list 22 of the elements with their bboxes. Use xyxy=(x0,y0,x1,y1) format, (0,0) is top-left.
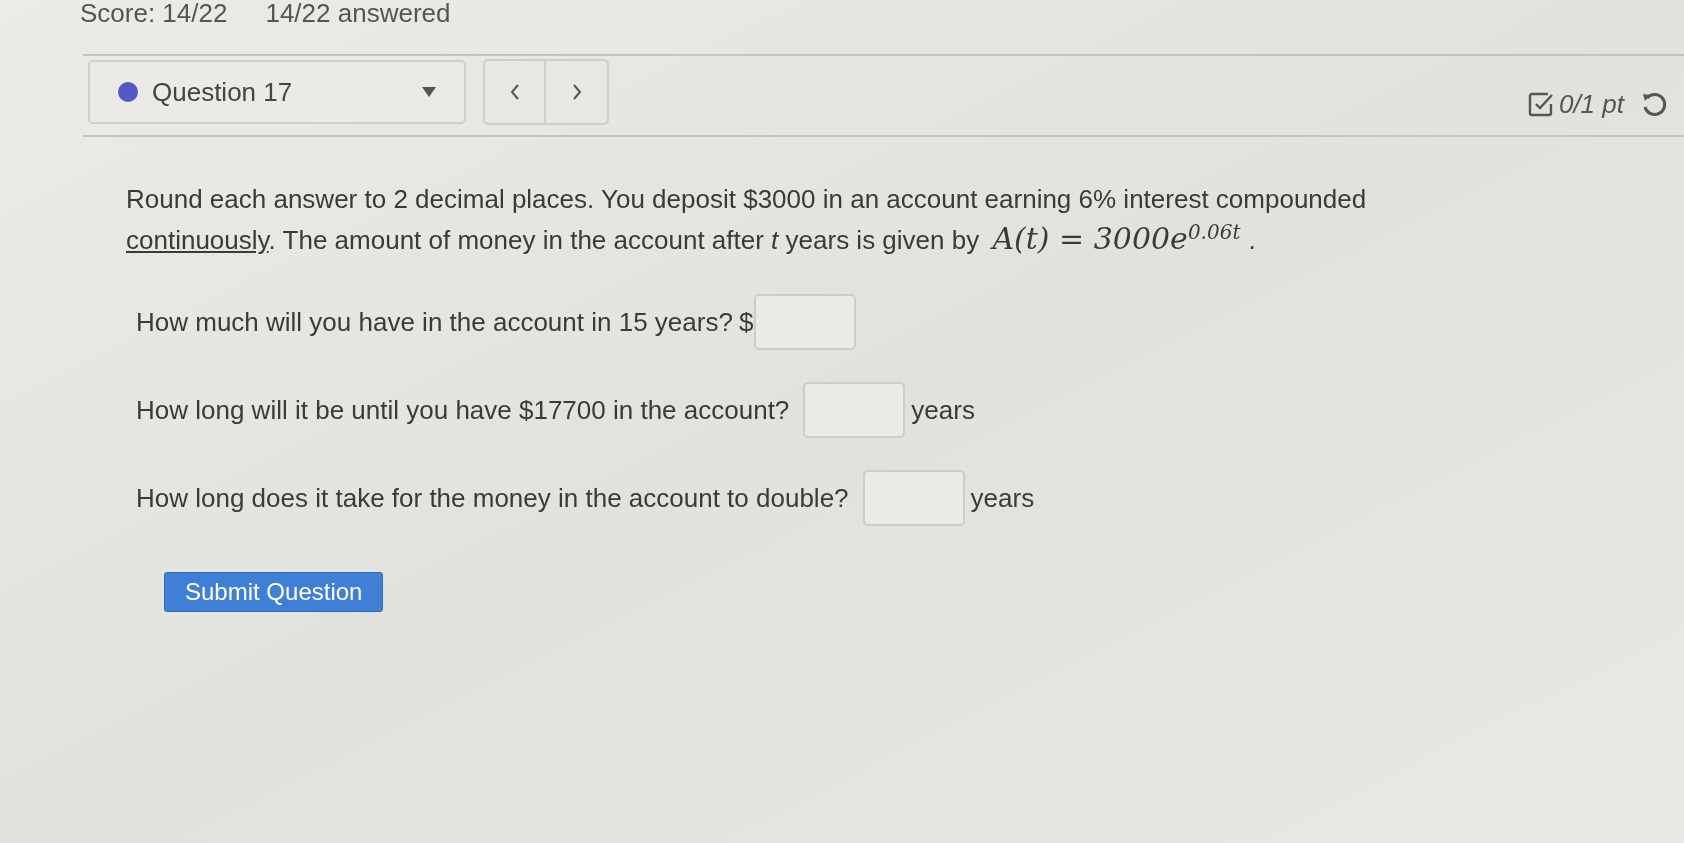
unit-label: $ xyxy=(738,305,754,339)
caret-icon xyxy=(422,87,436,97)
checked-box-icon xyxy=(1527,91,1554,117)
unit-label: years xyxy=(970,481,1035,515)
answer-field[interactable] xyxy=(862,470,965,526)
chevron-right-icon xyxy=(571,83,582,101)
status-dot-icon xyxy=(118,82,138,102)
chevron-left-icon xyxy=(509,83,520,101)
question-dropdown[interactable]: Question 17 xyxy=(88,60,466,124)
answer-field[interactable] xyxy=(803,382,906,438)
points-text: 0/1 pt xyxy=(1558,87,1624,121)
answer-field[interactable] xyxy=(754,294,857,350)
question-text: Round each answer to 2 decimal places. You deposit $3000 in an account earning 6% interest compounded continuously. The amount of money in the account after t years is given by A(t) = 3000e$^{0.06t}$ . xyxy=(126,183,1368,258)
part-question-text: How long does it take for the money in the account to double? xyxy=(136,481,849,515)
answered-count: 14/22 answered xyxy=(265,0,451,26)
submit-question-button[interactable]: Submit Question xyxy=(164,572,384,612)
unit-label: years xyxy=(911,393,975,427)
part-question-text: How long will it be until you have $17700 in the account? xyxy=(136,393,790,427)
score-text: Score: 14/22 xyxy=(80,0,228,26)
undo-icon[interactable] xyxy=(1640,90,1668,118)
continuously-link[interactable]: continuously xyxy=(126,225,269,255)
part-question-text: How much will you have in the account in 15 years? xyxy=(136,305,733,339)
